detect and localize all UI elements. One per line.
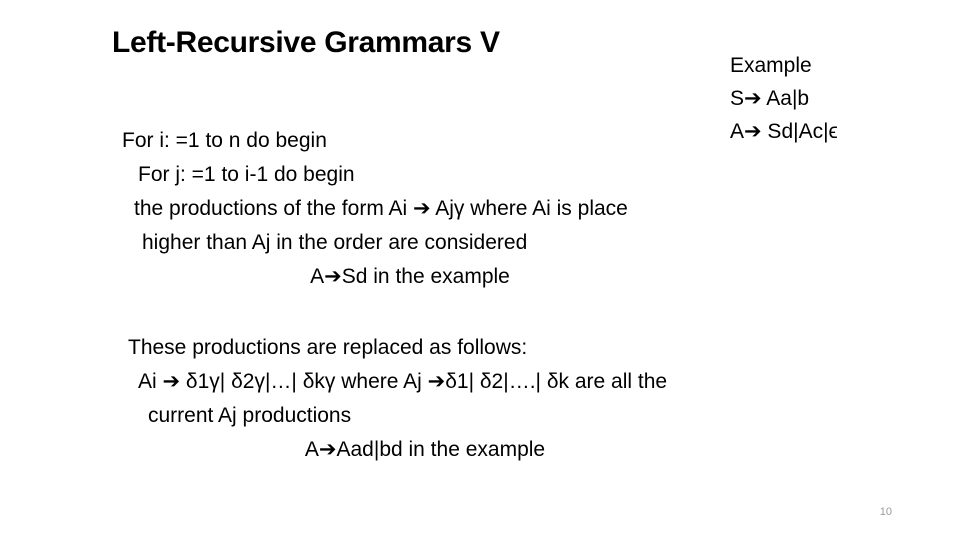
- algorithm-line-2: For j: =1 to i-1 do begin: [138, 163, 355, 186]
- algorithm-line-5: A➔Sd in the example: [310, 265, 510, 288]
- page-number: 10: [879, 506, 892, 518]
- example-line-1: S➔ Aa|b: [730, 87, 810, 110]
- page-title: Left-Recursive Grammars V: [112, 26, 500, 59]
- algorithm-line-1: For i: =1 to n do begin: [122, 129, 327, 152]
- replacement-line-1: These productions are replaced as follow…: [128, 336, 528, 359]
- algorithm-line-4: higher than Aj in the order are consider…: [142, 231, 528, 254]
- slide: Left-Recursive Grammars V Example S➔ Aa|…: [0, 0, 960, 540]
- replacement-block: These productions are replaced as follow…: [110, 331, 910, 467]
- algorithm-block: For i: =1 to n do begin For j: =1 to i-1…: [110, 124, 890, 294]
- replacement-line-3: current Aj productions: [148, 404, 352, 427]
- algorithm-line-3: the productions of the form Ai ➔ Ajγ whe…: [134, 197, 628, 220]
- replacement-line-4: A➔Aad|bd in the example: [304, 438, 546, 461]
- example-heading: Example: [730, 54, 812, 77]
- replacement-line-2: Ai ➔ δ1γ| δ2γ|…| δkγ where Aj ➔δ1| δ2|….…: [138, 370, 668, 393]
